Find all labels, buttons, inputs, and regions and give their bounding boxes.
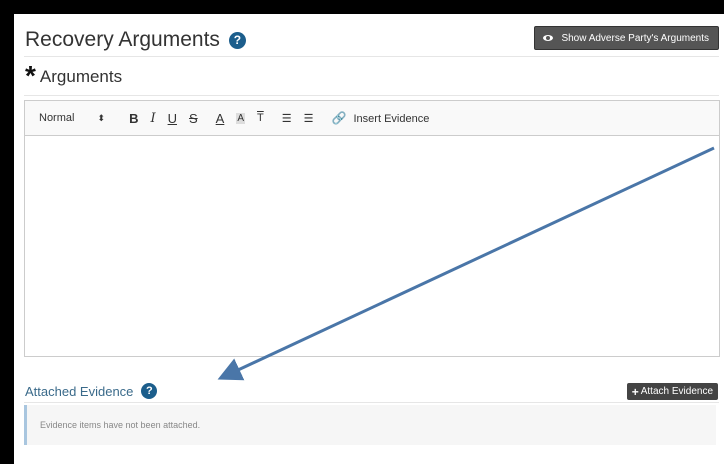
show-adverse-arguments-button[interactable]: Show Adverse Party's Arguments	[534, 26, 719, 50]
ordered-list-button[interactable]: ☰	[282, 112, 292, 125]
plus-icon: +	[631, 384, 639, 399]
editor-toolbar: Normal ⬍ B I U S A A T ☰ ☰ 🔗 Insert Evid…	[25, 101, 719, 136]
help-icon[interactable]: ?	[228, 31, 246, 49]
divider	[24, 402, 719, 403]
insert-evidence-label: Insert Evidence	[353, 113, 430, 125]
highlight-button[interactable]: A	[236, 112, 245, 124]
divider	[24, 95, 719, 96]
evidence-help-icon[interactable]: ?	[141, 383, 158, 399]
clear-format-button[interactable]: T	[257, 112, 264, 124]
font-color-button[interactable]: A	[216, 111, 225, 126]
strikethrough-button[interactable]: S	[189, 111, 198, 126]
attach-evidence-label: Attach Evidence	[640, 386, 713, 397]
italic-button[interactable]: I	[150, 111, 155, 126]
divider	[24, 56, 719, 57]
page-title-text: Recovery Arguments	[25, 28, 220, 51]
insert-evidence-button[interactable]: 🔗 Insert Evidence	[331, 111, 429, 125]
recovery-arguments-panel: Recovery Arguments ? Show Adverse Party'…	[14, 14, 724, 464]
arguments-editor: Normal ⬍ B I U S A A T ☰ ☰ 🔗 Insert Evid…	[24, 100, 720, 357]
eye-icon	[543, 35, 554, 41]
evidence-empty-message-box: Evidence items have not been attached.	[24, 405, 716, 445]
required-asterisk-icon: *	[25, 60, 36, 91]
arguments-label: Arguments	[39, 67, 123, 86]
page-title: Recovery Arguments ?	[25, 28, 246, 52]
attached-evidence-heading: Attached Evidence ?	[25, 383, 158, 399]
format-select[interactable]: Normal ⬍	[39, 112, 105, 124]
evidence-empty-message: Evidence items have not been attached.	[40, 420, 201, 430]
bold-button[interactable]: B	[129, 111, 138, 126]
show-adverse-arguments-label: Show Adverse Party's Arguments	[561, 32, 709, 44]
underline-button[interactable]: U	[168, 111, 177, 126]
select-arrows-icon: ⬍	[97, 113, 106, 123]
bullet-list-button[interactable]: ☰	[304, 112, 314, 125]
link-icon: 🔗	[331, 111, 347, 125]
format-select-value: Normal	[39, 112, 75, 124]
attach-evidence-button[interactable]: + Attach Evidence	[626, 383, 718, 400]
arguments-text-area[interactable]	[25, 136, 719, 356]
attached-evidence-label: Attached Evidence	[25, 383, 134, 399]
arguments-heading: * Arguments	[25, 60, 123, 91]
